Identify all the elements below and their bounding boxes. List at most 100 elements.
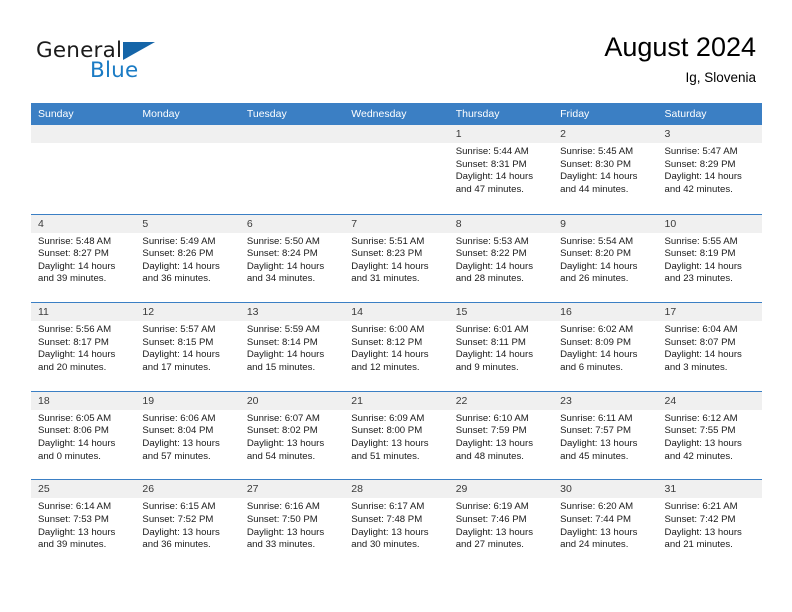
calendar-day-cell[interactable]: 13 Sunrise: 5:59 AM Sunset: 8:14 PM Dayligh… [239, 303, 345, 391]
day-detail-line: and 27 minutes. [455, 539, 524, 551]
day-detail-line: and 42 minutes. [664, 450, 733, 462]
day-detail-line: Sunset: 8:30 PM [560, 158, 632, 170]
weekday-header-row: Sunday Monday Tuesday Wednesday Thursday Frid… [31, 103, 762, 125]
day-detail-line: and 33 minutes. [246, 539, 316, 551]
day-details: Sunrise: 6:15 AM Sunset: 7:52 PM Daylight:… [135, 498, 239, 551]
day-details: Sunrise: 5:56 AM Sunset: 8:17 PM Daylight:… [31, 321, 135, 374]
day-detail-line: Sunset: 8:20 PM [560, 248, 632, 260]
day-detail-line: Sunrise: 6:06 AM [142, 412, 216, 424]
day-detail-line: Sunrise: 6:11 AM [560, 412, 633, 424]
calendar-day-cell[interactable]: 1 Sunrise: 5:44 AM Sunset: 8:31 PM Daylight… [448, 125, 554, 214]
calendar-day-cell[interactable]: 11 Sunrise: 5:56 AM Sunset: 8:17 PM Dayligh… [31, 303, 136, 391]
day-detail-line: and 42 minutes. [664, 183, 733, 195]
day-detail-line: and 51 minutes. [351, 450, 420, 462]
calendar-day-cell[interactable]: 5 Sunrise: 5:49 AM Sunset: 8:26 PM Daylight… [135, 214, 240, 303]
calendar-day-cell[interactable]: 8 Sunrise: 5:53 AM Sunset: 8:22 PM Daylight… [448, 214, 554, 303]
calendar-day-cell[interactable]: 25 Sunrise: 6:14 AM Sunset: 7:53 PM Dayligh… [31, 480, 136, 568]
day-number: 26 [135, 480, 240, 499]
calendar-day-cell[interactable]: 15 Sunrise: 6:01 AM Sunset: 8:11 PM Dayligh… [448, 303, 554, 391]
day-detail-line: and 39 minutes. [38, 539, 107, 551]
day-detail-line: Daylight: 14 hours [142, 349, 220, 361]
day-detail-line: Sunrise: 6:14 AM [38, 501, 112, 513]
day-detail-line: Daylight: 14 hours [351, 260, 429, 272]
day-detail-line: Sunset: 8:24 PM [246, 248, 318, 260]
calendar-day-cell[interactable]: 30 Sunrise: 6:20 AM Sunset: 7:44 PM Dayligh… [553, 480, 658, 568]
day-details: Sunrise: 5:47 AM Sunset: 8:29 PM Daylight:… [658, 143, 762, 196]
brand-logo[interactable]: General Blue [36, 38, 216, 86]
calendar-week-row: 11 Sunrise: 5:56 AM Sunset: 8:17 PM Dayligh… [31, 302, 762, 391]
day-detail-line: and 45 minutes. [560, 450, 629, 462]
calendar-week-row: 1 Sunrise: 5:44 AM Sunset: 8:31 PM Daylight… [31, 125, 762, 214]
calendar-day-cell[interactable]: 27 Sunrise: 6:16 AM Sunset: 7:50 PM Dayligh… [239, 480, 345, 568]
day-details: Sunrise: 5:50 AM Sunset: 8:24 PM Daylight:… [240, 233, 344, 286]
day-number: 29 [448, 480, 554, 499]
calendar-day-cell[interactable]: 22 Sunrise: 6:10 AM Sunset: 7:59 PM Dayligh… [448, 391, 554, 480]
calendar-day-cell[interactable]: 17 Sunrise: 6:04 AM Sunset: 8:07 PM Dayligh… [657, 303, 762, 391]
calendar-week-row: 18 Sunrise: 6:05 AM Sunset: 8:06 PM Dayligh… [31, 390, 762, 480]
day-number [344, 125, 449, 143]
day-details: Sunrise: 6:11 AM Sunset: 7:57 PM Daylight:… [553, 410, 657, 463]
day-detail-line: and 30 minutes. [351, 539, 420, 551]
day-details: Sunrise: 6:04 AM Sunset: 8:07 PM Daylight:… [658, 321, 762, 374]
day-detail-line: Sunrise: 5:57 AM [142, 324, 216, 336]
day-detail-line: Sunrise: 6:00 AM [351, 324, 425, 336]
calendar-page: General Blue August 2024 Ig, Slovenia Su… [0, 0, 792, 612]
day-detail-line: Daylight: 14 hours [455, 260, 534, 272]
calendar-day-cell[interactable]: 7 Sunrise: 5:51 AM Sunset: 8:23 PM Daylight… [344, 214, 449, 303]
weekday-header-monday: Monday [142, 108, 180, 120]
day-number: 27 [239, 480, 345, 499]
calendar-day-cell[interactable]: 26 Sunrise: 6:15 AM Sunset: 7:52 PM Dayligh… [135, 480, 240, 568]
calendar-day-cell[interactable]: 10 Sunrise: 5:55 AM Sunset: 8:19 PM Dayligh… [657, 214, 762, 303]
day-details: Sunrise: 6:14 AM Sunset: 7:53 PM Daylight:… [31, 498, 135, 551]
day-detail-line: Sunset: 8:07 PM [664, 336, 736, 348]
calendar-day-cell[interactable]: 31 Sunrise: 6:21 AM Sunset: 7:42 PM Dayligh… [657, 480, 762, 568]
day-detail-line: Daylight: 14 hours [560, 260, 638, 272]
day-detail-line: Sunset: 8:17 PM [38, 336, 109, 348]
calendar-day-cell[interactable]: 20 Sunrise: 6:07 AM Sunset: 8:02 PM Dayligh… [239, 391, 345, 480]
day-detail-line: Daylight: 14 hours [38, 349, 116, 361]
day-detail-line: Sunrise: 6:16 AM [246, 501, 320, 513]
day-detail-line: and 48 minutes. [455, 450, 524, 462]
calendar-day-cell[interactable]: 29 Sunrise: 6:19 AM Sunset: 7:46 PM Dayligh… [448, 480, 554, 568]
calendar-day-cell[interactable]: 23 Sunrise: 6:11 AM Sunset: 7:57 PM Dayligh… [553, 391, 658, 480]
day-detail-line: Sunrise: 5:47 AM [664, 146, 738, 157]
day-detail-line: Sunrise: 5:48 AM [38, 235, 112, 247]
day-detail-line: Sunrise: 5:45 AM [560, 146, 634, 157]
day-detail-line: and 23 minutes. [664, 273, 733, 285]
day-detail-line: Sunset: 8:31 PM [455, 158, 527, 170]
day-detail-line: Sunrise: 6:12 AM [664, 412, 738, 424]
calendar-grid: Sunday Monday Tuesday Wednesday Thursday Frid… [31, 103, 762, 568]
calendar-day-cell[interactable]: 18 Sunrise: 6:05 AM Sunset: 8:06 PM Dayligh… [31, 391, 136, 480]
day-detail-line: Sunset: 8:26 PM [142, 248, 214, 260]
day-details: Sunrise: 6:02 AM Sunset: 8:09 PM Daylight:… [553, 321, 657, 374]
day-detail-line: and 57 minutes. [142, 450, 211, 462]
calendar-day-cell[interactable]: 16 Sunrise: 6:02 AM Sunset: 8:09 PM Dayligh… [553, 303, 658, 391]
calendar-day-cell[interactable]: 19 Sunrise: 6:06 AM Sunset: 8:04 PM Dayligh… [135, 391, 240, 480]
day-detail-line: Daylight: 13 hours [560, 437, 638, 449]
calendar-day-cell[interactable]: 14 Sunrise: 6:00 AM Sunset: 8:12 PM Dayligh… [344, 303, 449, 391]
calendar-day-cell-empty [135, 125, 240, 214]
day-detail-line: Sunset: 8:22 PM [455, 248, 527, 260]
day-detail-line: and 20 minutes. [38, 361, 107, 373]
calendar-day-cell[interactable]: 2 Sunrise: 5:45 AM Sunset: 8:30 PM Daylight… [553, 125, 658, 214]
calendar-day-cell[interactable]: 4 Sunrise: 5:48 AM Sunset: 8:27 PM Daylight… [31, 214, 136, 303]
day-number: 2 [553, 125, 658, 143]
day-detail-line: Sunset: 7:52 PM [142, 513, 214, 525]
day-number: 22 [448, 391, 554, 410]
weekday-header-tuesday: Tuesday [246, 108, 287, 120]
day-detail-line: Sunrise: 5:49 AM [142, 235, 216, 247]
day-number [239, 125, 345, 143]
calendar-day-cell[interactable]: 3 Sunrise: 5:47 AM Sunset: 8:29 PM Daylight… [657, 125, 762, 214]
day-detail-line: Daylight: 13 hours [246, 526, 325, 538]
calendar-day-cell[interactable]: 28 Sunrise: 6:17 AM Sunset: 7:48 PM Dayligh… [344, 480, 449, 568]
day-number: 10 [657, 214, 762, 233]
day-detail-line: Sunset: 8:14 PM [246, 336, 318, 348]
calendar-day-cell[interactable]: 6 Sunrise: 5:50 AM Sunset: 8:24 PM Daylight… [239, 214, 345, 303]
day-detail-line: Daylight: 14 hours [560, 171, 638, 183]
calendar-day-cell[interactable]: 12 Sunrise: 5:57 AM Sunset: 8:15 PM Dayligh… [135, 303, 240, 391]
calendar-day-cell[interactable]: 9 Sunrise: 5:54 AM Sunset: 8:20 PM Daylight… [553, 214, 658, 303]
calendar-day-cell[interactable]: 21 Sunrise: 6:09 AM Sunset: 8:00 PM Dayligh… [344, 391, 449, 480]
calendar-day-cell[interactable]: 24 Sunrise: 6:12 AM Sunset: 7:55 PM Dayligh… [657, 391, 762, 480]
day-detail-line: Sunrise: 5:50 AM [246, 235, 320, 247]
day-detail-line: Sunrise: 6:21 AM [664, 501, 738, 513]
